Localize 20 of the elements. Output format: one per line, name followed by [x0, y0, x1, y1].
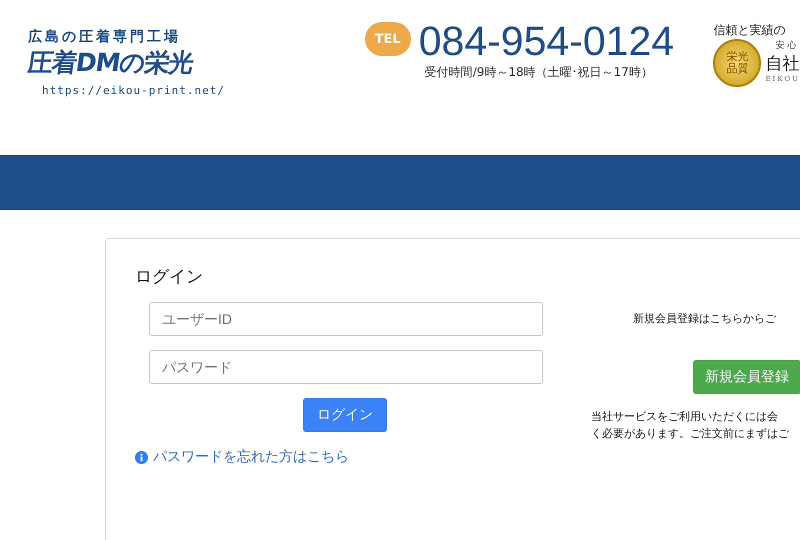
- quality-title: 自社: [765, 53, 800, 75]
- info-icon: [135, 450, 148, 464]
- logo-wordmark[interactable]: 圧着DMの栄光: [26, 46, 195, 79]
- forgot-password-link[interactable]: パスワードを忘れた方はこちら: [153, 448, 349, 466]
- medal-badge: 栄光 品質: [713, 39, 762, 87]
- user-id-field[interactable]: ユーザーID: [149, 302, 543, 336]
- site-url: https://eikou-print.net/: [42, 84, 225, 97]
- tel-bubble: TEL: [364, 22, 411, 56]
- register-prompt: 新規会員登録はこちらからご: [633, 311, 776, 326]
- register-note: 当社サービスをご利用いただくには会: [591, 409, 778, 425]
- login-button[interactable]: ログイン: [303, 398, 387, 432]
- quality-heading: 信頼と実績の: [713, 22, 786, 39]
- register-button[interactable]: 新規会員登録: [693, 360, 800, 394]
- register-note: く必要があります。ご注文前にまずはご: [591, 426, 789, 442]
- phone-number: 084-954-0124: [418, 18, 674, 64]
- quality-subtext: 安心: [775, 40, 800, 52]
- password-field[interactable]: パスワード: [149, 350, 543, 384]
- login-title: ログイン: [135, 266, 203, 288]
- logo-tagline: 広島の圧着専門工場: [28, 28, 181, 46]
- business-hours: 受付時間/9時～18時（土曜･祝日～17時）: [424, 64, 653, 81]
